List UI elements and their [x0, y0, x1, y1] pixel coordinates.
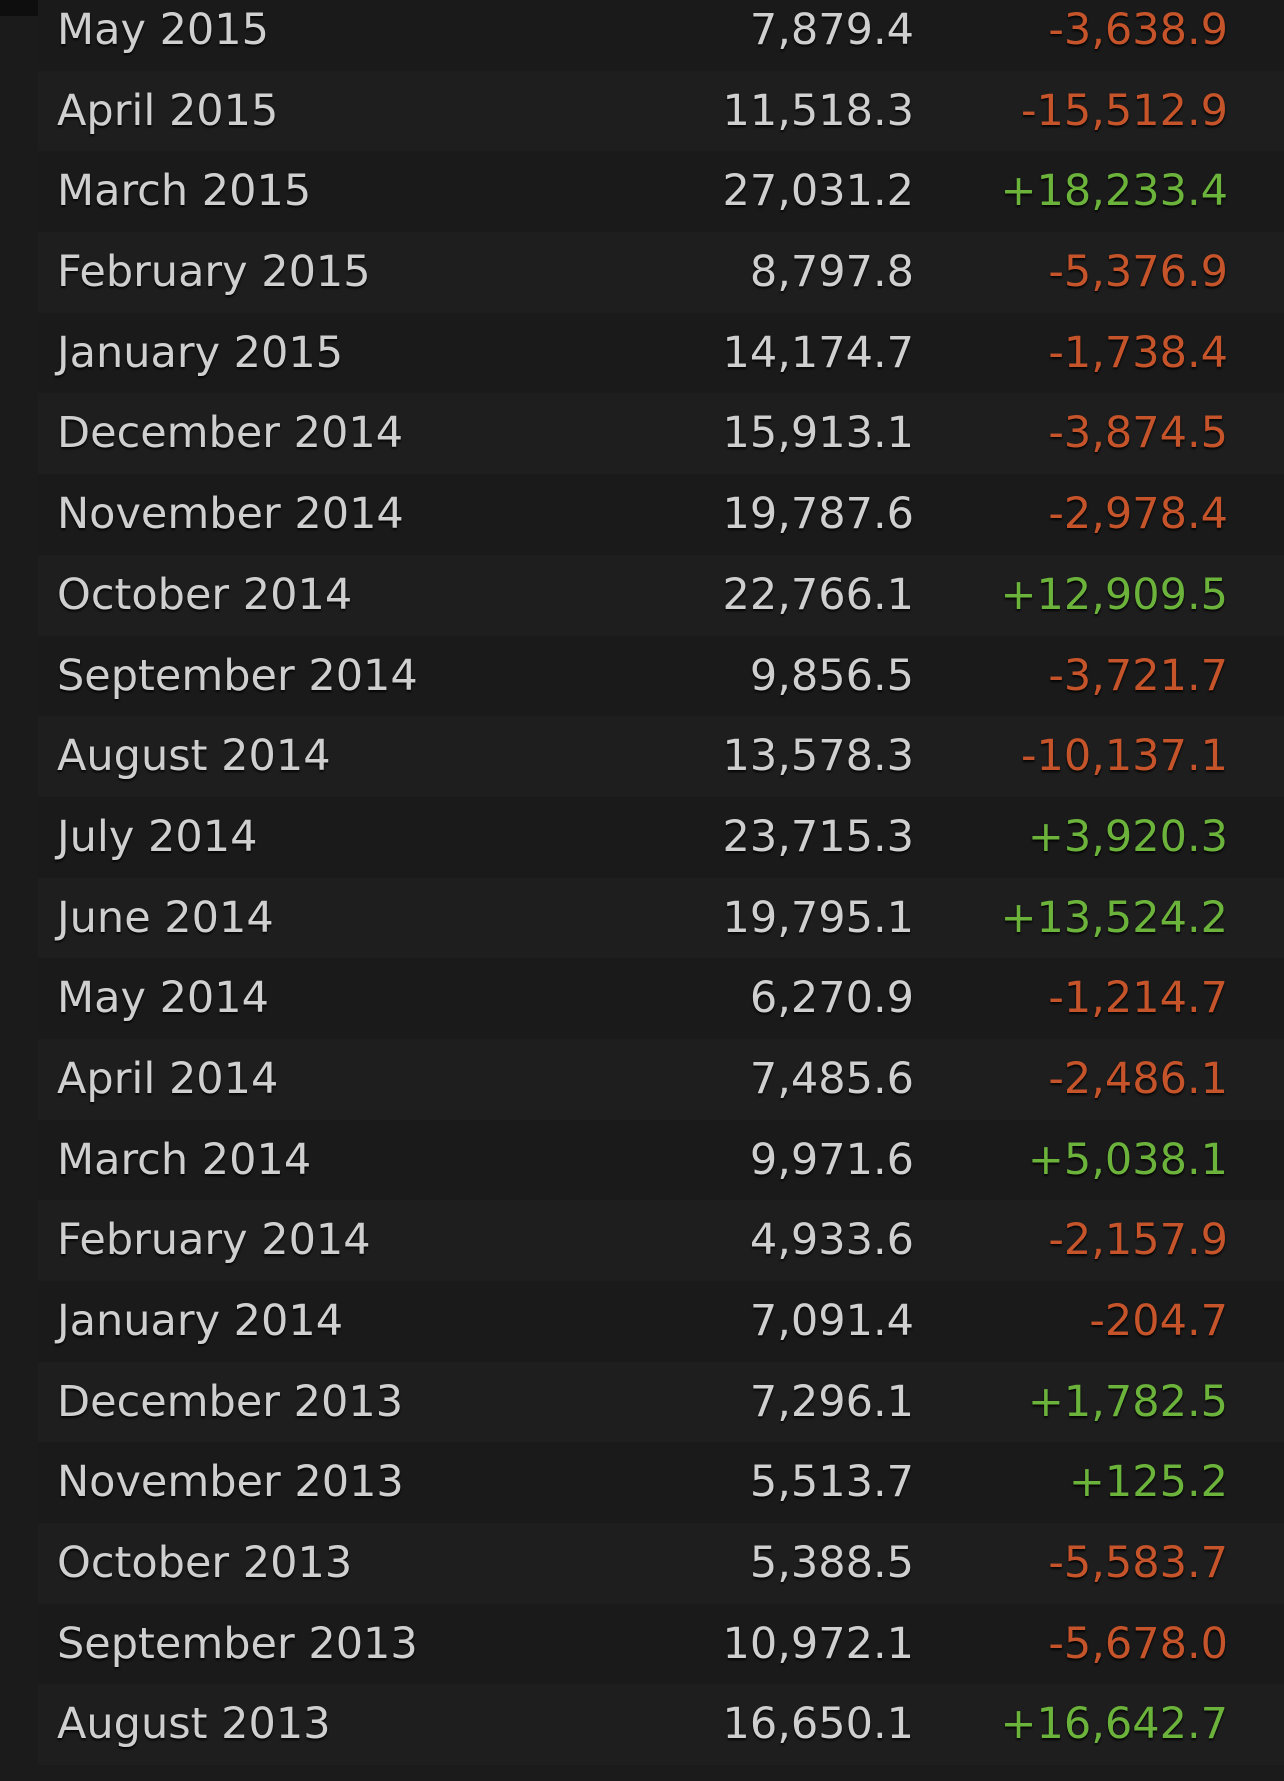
- table-row[interactable]: May 2014 6,270.9 -1,214.7: [38, 958, 1284, 1039]
- table-row[interactable]: October 2013 5,388.5 -5,583.7: [38, 1523, 1284, 1604]
- table-row[interactable]: November 2013 5,513.7 +125.2: [38, 1442, 1284, 1524]
- month-label: March 2014: [57, 1134, 312, 1185]
- month-label: January 2015: [57, 327, 344, 378]
- change-cell: -204.7: [1089, 1296, 1228, 1346]
- table-row[interactable]: January 2015 14,174.7 -1,738.4: [38, 312, 1284, 394]
- table-row[interactable]: September 2013 10,972.1 -5,678.0: [38, 1603, 1284, 1685]
- value-cell: 5,513.7: [749, 1457, 914, 1508]
- value-cell: 16,650.1: [722, 1699, 914, 1750]
- table-row[interactable]: November 2014 19,787.6 -2,978.4: [38, 474, 1284, 555]
- change-cell: -1,214.7: [1048, 973, 1228, 1024]
- month-label: September 2013: [57, 1618, 418, 1669]
- value-cell: 4,933.6: [749, 1215, 914, 1266]
- table-row[interactable]: December 2013 7,296.1 +1,782.5: [38, 1361, 1284, 1443]
- month-label: May 2015: [57, 5, 269, 55]
- value-cell: 13,578.3: [722, 731, 914, 782]
- table-row[interactable]: February 2014 4,933.6 -2,157.9: [38, 1200, 1284, 1281]
- value-cell: 9,856.5: [749, 650, 914, 701]
- change-cell: +1,782.5: [1027, 1376, 1228, 1427]
- value-cell: 10,972.1: [722, 1618, 914, 1669]
- month-label: October 2014: [57, 569, 353, 620]
- month-label: September 2014: [57, 650, 418, 701]
- month-label: February 2014: [57, 1215, 371, 1266]
- change-cell: +125.2: [1068, 1457, 1228, 1508]
- change-cell: -1,738.4: [1048, 327, 1228, 378]
- change-cell: -3,721.7: [1048, 650, 1228, 701]
- month-label: December 2013: [57, 1376, 404, 1427]
- value-cell: 9,971.6: [749, 1134, 914, 1185]
- value-cell: 14,174.7: [722, 327, 914, 378]
- change-cell: -3,874.5: [1048, 408, 1228, 459]
- month-label: November 2014: [57, 489, 404, 540]
- value-cell: 19,787.6: [722, 489, 914, 540]
- value-cell: 7,485.6: [749, 1053, 914, 1104]
- change-cell: -2,157.9: [1048, 1215, 1228, 1266]
- month-label: March 2015: [57, 166, 312, 217]
- change-cell: +16,642.7: [1000, 1699, 1228, 1750]
- table-row[interactable]: September 2014 9,856.5 -3,721.7: [38, 635, 1284, 717]
- month-label: April 2014: [57, 1053, 279, 1104]
- month-label: July 2014: [57, 811, 258, 862]
- table-row[interactable]: August 2013 16,650.1 +16,642.7: [38, 1684, 1284, 1766]
- month-label: August 2013: [57, 1699, 331, 1750]
- change-cell: +3,920.3: [1027, 811, 1228, 862]
- table-row[interactable]: December 2014 15,913.1 -3,874.5: [38, 393, 1284, 475]
- value-cell: 7,091.4: [749, 1296, 914, 1346]
- month-label: October 2013: [57, 1538, 353, 1589]
- value-cell: 6,270.9: [749, 973, 914, 1024]
- change-cell: -5,678.0: [1048, 1618, 1228, 1669]
- table-row[interactable]: May 2015 7,879.4 -3,638.9: [38, 0, 1284, 71]
- month-label: May 2014: [57, 973, 269, 1024]
- table-row[interactable]: January 2014 7,091.4 -204.7: [38, 1281, 1284, 1362]
- change-cell: -2,486.1: [1048, 1053, 1228, 1104]
- value-cell: 27,031.2: [722, 166, 914, 217]
- change-cell: -3,638.9: [1048, 5, 1228, 55]
- change-cell: -5,376.9: [1048, 247, 1228, 298]
- change-cell: -2,978.4: [1048, 489, 1228, 540]
- value-cell: 5,388.5: [749, 1538, 914, 1589]
- table-row[interactable]: February 2015 8,797.8 -5,376.9: [38, 232, 1284, 313]
- change-cell: -5,583.7: [1048, 1538, 1228, 1589]
- month-label: December 2014: [57, 408, 404, 459]
- month-label: January 2014: [57, 1296, 344, 1346]
- value-cell: 8,797.8: [749, 247, 914, 298]
- month-label: November 2013: [57, 1457, 404, 1508]
- table-row[interactable]: March 2014 9,971.6 +5,038.1: [38, 1119, 1284, 1201]
- table-row[interactable]: April 2014 7,485.6 -2,486.1: [38, 1038, 1284, 1120]
- value-cell: 7,879.4: [749, 5, 914, 55]
- change-cell: +12,909.5: [1000, 569, 1228, 620]
- value-cell: 19,795.1: [722, 892, 914, 943]
- value-cell: 23,715.3: [722, 811, 914, 862]
- value-cell: 7,296.1: [749, 1376, 914, 1427]
- change-cell: +5,038.1: [1027, 1134, 1228, 1185]
- month-label: February 2015: [57, 247, 371, 298]
- table-row[interactable]: October 2014 22,766.1 +12,909.5: [38, 554, 1284, 636]
- table-row[interactable]: April 2015 11,518.3 -15,512.9: [38, 70, 1284, 152]
- monthly-history-table[interactable]: May 2015 7,879.4 -3,638.9 April 2015 11,…: [38, 0, 1284, 1766]
- table-row[interactable]: August 2014 13,578.3 -10,137.1: [38, 716, 1284, 797]
- table-row[interactable]: June 2014 19,795.1 +13,524.2: [38, 877, 1284, 959]
- table-row[interactable]: July 2014 23,715.3 +3,920.3: [38, 796, 1284, 878]
- change-cell: -15,512.9: [1020, 85, 1228, 136]
- month-label: August 2014: [57, 731, 331, 782]
- value-cell: 15,913.1: [722, 408, 914, 459]
- month-label: June 2014: [57, 892, 274, 943]
- change-cell: -10,137.1: [1020, 731, 1228, 782]
- table-row[interactable]: March 2015 27,031.2 +18,233.4: [38, 151, 1284, 233]
- value-cell: 22,766.1: [722, 569, 914, 620]
- month-label: April 2015: [57, 85, 279, 136]
- value-cell: 11,518.3: [722, 85, 914, 136]
- change-cell: +13,524.2: [1000, 892, 1228, 943]
- change-cell: +18,233.4: [1000, 166, 1228, 217]
